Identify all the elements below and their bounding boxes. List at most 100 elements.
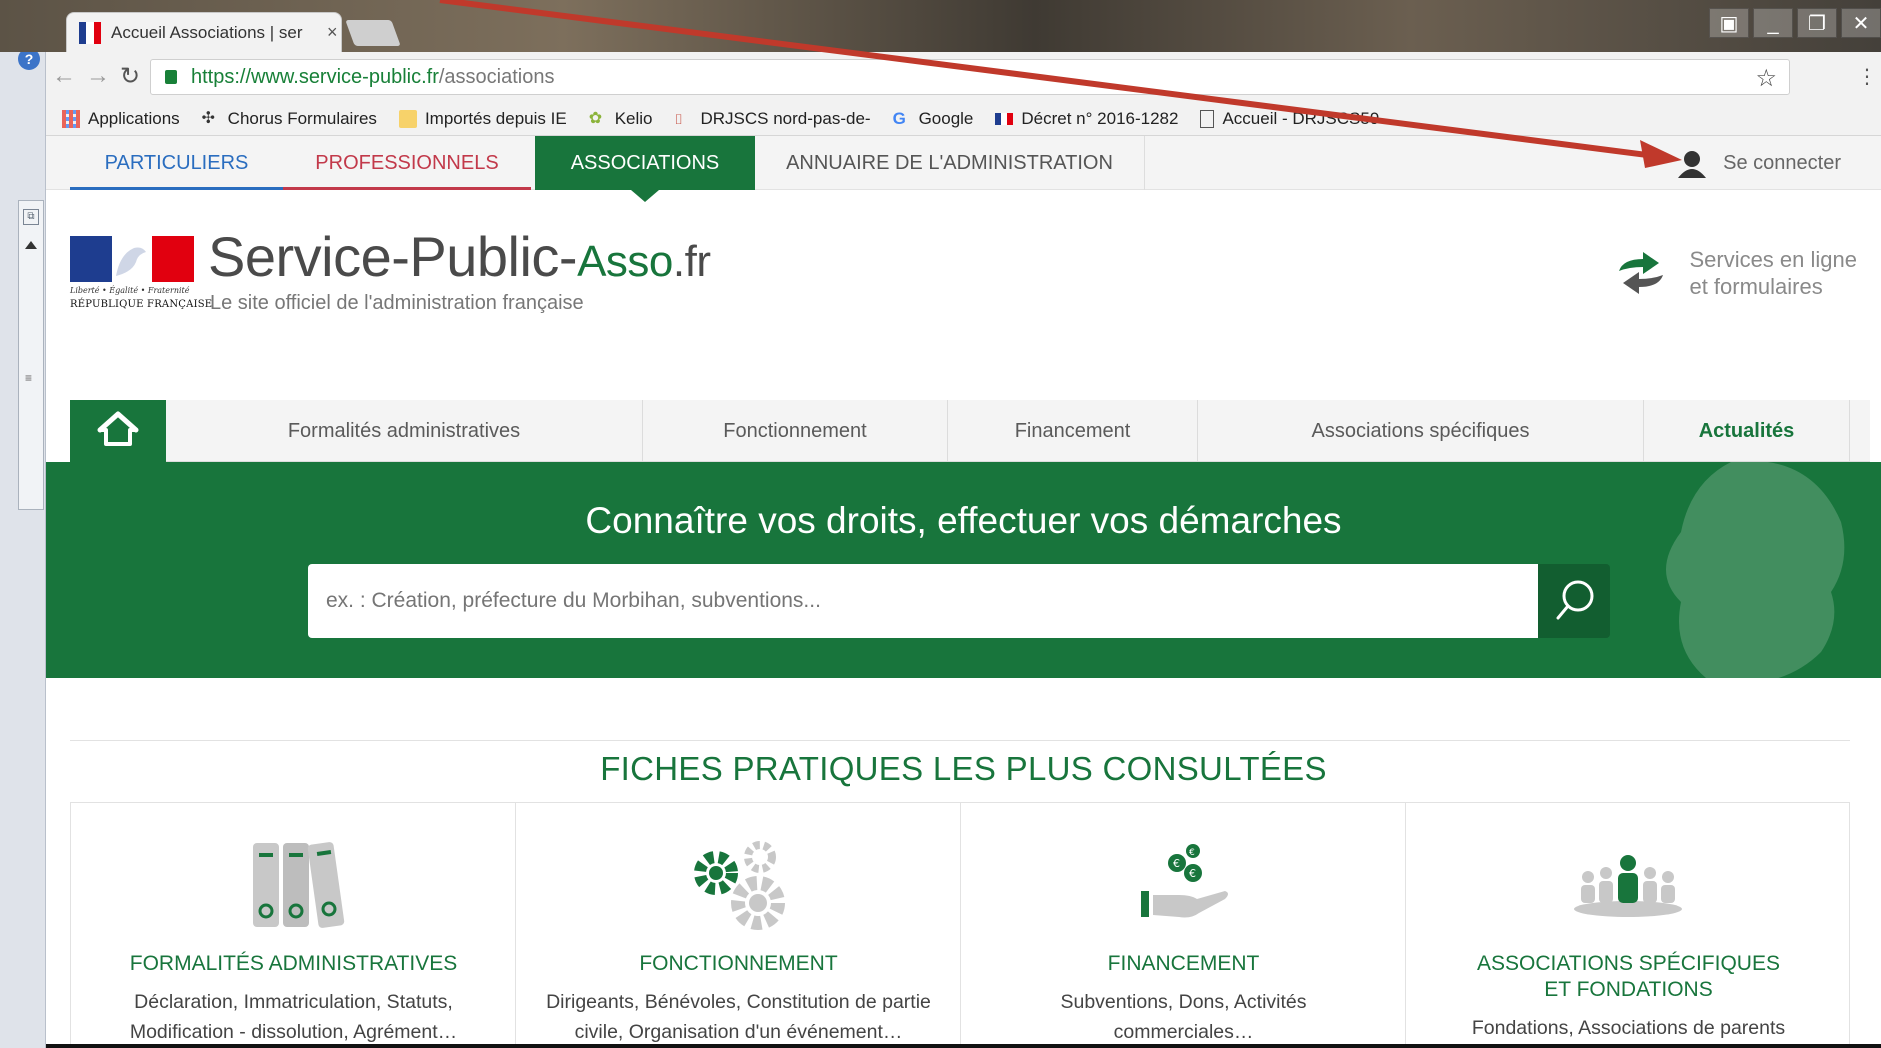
tab-title: Accueil Associations | ser — [111, 22, 303, 42]
search-input[interactable] — [308, 564, 1538, 638]
nav-associations[interactable]: ASSOCIATIONS — [535, 136, 755, 202]
marianne-logo-icon — [70, 236, 194, 282]
svg-text:€: € — [1189, 867, 1196, 880]
hero-banner: Connaître vos droits, effectuer vos déma… — [46, 462, 1881, 678]
url-path: /associations — [438, 65, 555, 88]
exchange-arrows-icon — [1619, 252, 1664, 294]
flag-icon — [995, 112, 1014, 125]
site-brand: Service-Public-Asso.fr — [208, 225, 711, 288]
gears-icon — [694, 841, 785, 930]
new-tab-button[interactable] — [345, 20, 401, 46]
site-logo[interactable]: Liberté • Égalité • Fraternité RÉPUBLIQU… — [70, 225, 750, 336]
search-button[interactable] — [1538, 564, 1610, 638]
fiches-cards: FORMALITÉS ADMINISTRATIVES Déclaration, … — [70, 802, 1850, 1048]
svg-text:€: € — [1173, 857, 1180, 870]
binders-icon — [253, 842, 345, 928]
fiche-card-formalites[interactable]: FORMALITÉS ADMINISTRATIVES Déclaration, … — [70, 803, 515, 1048]
restore-button[interactable]: ❐ — [1797, 8, 1837, 38]
bookmark-star-icon[interactable]: ☆ — [1755, 64, 1777, 93]
fiche-card-associations-specifiques[interactable]: ASSOCIATIONS SPÉCIFIQUES ET FONDATIONS F… — [1405, 803, 1850, 1048]
card-desc: civile, Organisation d'un événement… — [574, 1021, 903, 1043]
card-title: FORMALITÉS ADMINISTRATIVES — [129, 952, 458, 975]
menu-associations-specifiques[interactable]: Associations spécifiques — [1198, 400, 1644, 462]
fiches-title: FICHES PRATIQUES LES PLUS CONSULTÉES — [600, 750, 1327, 787]
home-button[interactable] — [70, 400, 166, 462]
back-icon[interactable]: ← — [52, 62, 76, 90]
browser-menu-icon[interactable]: ⋮ — [1857, 64, 1877, 89]
panel-toggle-icon[interactable]: ⧉ — [23, 209, 39, 225]
menu-fonctionnement[interactable]: Fonctionnement — [643, 400, 948, 462]
card-title: FONCTIONNEMENT — [639, 952, 838, 975]
host-side-strip: ? ⧉ ≡ — [0, 0, 46, 1048]
card-desc: Déclaration, Immatriculation, Statuts, — [134, 991, 453, 1013]
bookmark-item[interactable]: ✣ Chorus Formulaires — [202, 109, 377, 129]
forward-icon[interactable]: → — [86, 62, 110, 90]
tab-close-icon[interactable]: × — [327, 22, 338, 43]
bookmark-folder[interactable]: Importés depuis IE — [398, 109, 567, 129]
browser-tab[interactable]: Accueil Associations | ser × — [66, 12, 342, 52]
minimize-button[interactable]: _ — [1753, 8, 1793, 38]
screen-bottom-edge — [46, 1044, 1881, 1048]
page-icon — [1200, 109, 1215, 128]
section-divider — [70, 740, 1850, 741]
apps-grid-icon — [62, 109, 80, 128]
lock-icon — [165, 70, 177, 84]
svg-text:€: € — [1189, 848, 1195, 858]
card-desc: Fondations, Associations de parents — [1471, 1017, 1786, 1039]
side-panel: ⧉ ≡ — [18, 200, 44, 510]
bookmark-item[interactable]: ✿ Kelio — [589, 109, 653, 129]
top-nav: PARTICULIERS PROFESSIONNELS ASSOCIATIONS… — [46, 136, 1881, 202]
card-desc: Subventions, Dons, Activités — [1060, 991, 1307, 1013]
card-desc: Dirigeants, Bénévoles, Constitution de p… — [546, 991, 931, 1013]
fiche-card-financement[interactable]: € € € FINANCEMENT Subventions, Dons, Act… — [960, 803, 1405, 1048]
services-line2: et formulaires — [1689, 274, 1823, 299]
nav-professionnels[interactable]: PROFESSIONNELS — [283, 136, 531, 190]
devise-text: Liberté • Égalité • Fraternité — [70, 286, 190, 295]
nav-particuliers[interactable]: PARTICULIERS — [70, 136, 283, 190]
close-window-button[interactable]: ✕ — [1841, 8, 1881, 38]
window-controls: ▣ _ ❐ ✕ — [1709, 8, 1881, 38]
fiche-card-fonctionnement[interactable]: FONCTIONNEMENT Dirigeants, Bénévoles, Co… — [515, 803, 960, 1048]
drjscs-icon: ⌷ — [674, 110, 683, 127]
bookmark-item[interactable]: G Google — [893, 109, 974, 129]
home-icon — [97, 411, 139, 446]
grip-icon[interactable]: ≡ — [25, 371, 32, 385]
scroll-up-icon[interactable] — [25, 241, 37, 249]
menu-actualites[interactable]: Actualités — [1644, 400, 1850, 462]
chorus-icon: ✣ — [201, 109, 216, 127]
card-desc: Modification - dissolution, Agrément… — [129, 1021, 458, 1043]
bookmark-item[interactable]: ⌷ DRJSCS nord-pas-de- — [675, 109, 871, 129]
folder-icon — [398, 109, 417, 128]
card-title: FINANCEMENT — [1107, 952, 1260, 975]
marianne-profile-decoration — [1666, 462, 1845, 678]
card-title: ASSOCIATIONS SPÉCIFIQUES ET FONDATIONS — [1476, 952, 1780, 1001]
page-content: PARTICULIERS PROFESSIONNELS ASSOCIATIONS… — [46, 136, 1881, 1048]
login-label: Se connecter — [1723, 151, 1841, 174]
profile-icon[interactable]: ▣ — [1709, 8, 1749, 38]
services-en-ligne-link[interactable]: Services en ligne et formulaires — [1613, 246, 1857, 300]
login-link[interactable]: Se connecter — [1675, 136, 1841, 190]
user-icon — [1678, 151, 1707, 178]
menu-formalites[interactable]: Formalités administratives — [166, 400, 643, 462]
main-nav: Formalités administratives Fonctionnemen… — [70, 400, 1870, 462]
site-tagline: Le site officiel de l'administration fra… — [210, 292, 584, 314]
kelio-icon: ✿ — [588, 109, 603, 127]
google-icon: G — [892, 108, 906, 128]
nav-annuaire[interactable]: ANNUAIRE DE L'ADMINISTRATION — [755, 136, 1145, 190]
group-icon — [1574, 855, 1682, 917]
bookmark-item[interactable]: Décret n° 2016-1282 — [995, 109, 1178, 129]
search-icon — [1556, 580, 1594, 620]
reload-icon[interactable]: ↻ — [120, 62, 140, 91]
bookmark-item[interactable]: Accueil - DRJSCS59 — [1200, 109, 1379, 129]
hero-title: Connaître vos droits, effectuer vos déma… — [585, 500, 1342, 541]
browser-toolbar: ← → ↻ https://www.service-public.fr /ass… — [46, 52, 1881, 102]
bookmarks-bar: Applications ✣ Chorus Formulaires Import… — [46, 102, 1881, 136]
bookmark-item[interactable]: Applications — [62, 109, 180, 129]
euro-hand-icon: € € € — [1141, 844, 1228, 918]
url-host: https://www.service-public.fr — [191, 65, 439, 88]
services-line1: Services en ligne — [1689, 247, 1857, 272]
address-bar[interactable]: https://www.service-public.fr /associati… — [150, 59, 1790, 95]
card-desc: commerciales… — [1113, 1021, 1254, 1043]
menu-financement[interactable]: Financement — [948, 400, 1198, 462]
favicon-flag-icon — [79, 21, 101, 44]
